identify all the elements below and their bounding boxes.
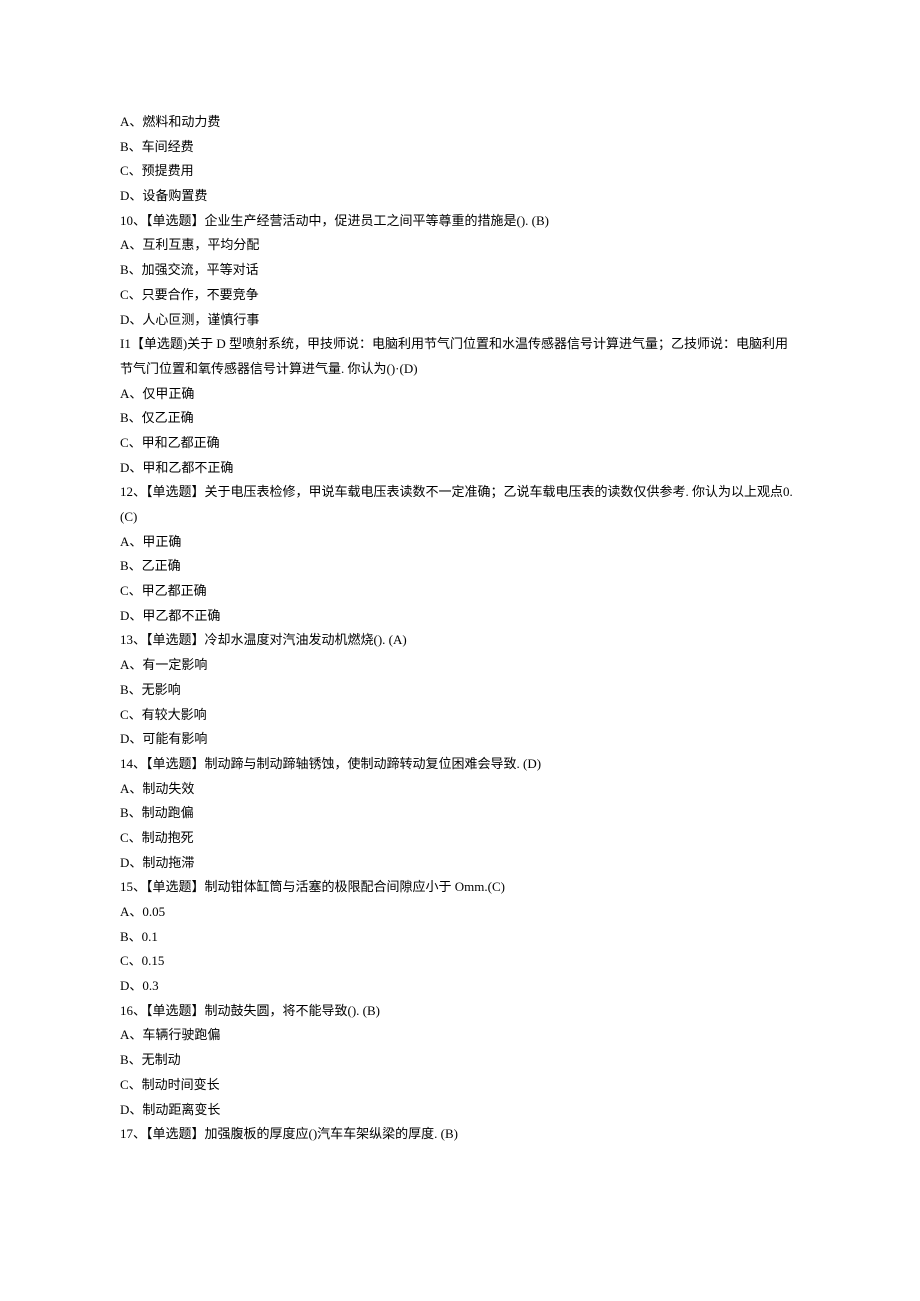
text-line: B、无影响 bbox=[120, 678, 800, 703]
text-line: D、制动拖滞 bbox=[120, 851, 800, 876]
text-line: A、有一定影响 bbox=[120, 653, 800, 678]
text-line: B、仅乙正确 bbox=[120, 406, 800, 431]
text-line: 16、【单选题】制动鼓失圆，将不能导致(). (B) bbox=[120, 999, 800, 1024]
text-line: D、可能有影响 bbox=[120, 727, 800, 752]
text-line: 10、【单选题】企业生产经营活动中，促进员工之间平等尊重的措施是(). (B) bbox=[120, 209, 800, 234]
text-line: B、乙正确 bbox=[120, 554, 800, 579]
text-line: C、制动抱死 bbox=[120, 826, 800, 851]
text-line: A、仅甲正确 bbox=[120, 382, 800, 407]
text-line: C、甲和乙都正确 bbox=[120, 431, 800, 456]
text-line: 15、【单选题】制动钳体缸筒与活塞的极限配合间隙应小于 Omm.(C) bbox=[120, 875, 800, 900]
text-line: C、制动时间变长 bbox=[120, 1073, 800, 1098]
text-line: A、0.05 bbox=[120, 900, 800, 925]
text-line: A、甲正确 bbox=[120, 530, 800, 555]
document-page: A、燃料和动力费 B、车间经费 C、预提费用 D、设备购置费 10、【单选题】企… bbox=[0, 0, 920, 1301]
text-line: A、燃料和动力费 bbox=[120, 110, 800, 135]
text-line: C、0.15 bbox=[120, 949, 800, 974]
text-line: B、制动跑偏 bbox=[120, 801, 800, 826]
text-line: B、加强交流，平等对话 bbox=[120, 258, 800, 283]
text-line: D、甲乙都不正确 bbox=[120, 604, 800, 629]
text-line: 12、【单选题】关于电压表检修，甲说车载电压表读数不一定准确；乙说车载电压表的读… bbox=[120, 480, 800, 529]
text-line: C、甲乙都正确 bbox=[120, 579, 800, 604]
text-line: D、设备购置费 bbox=[120, 184, 800, 209]
text-line: 14、【单选题】制动蹄与制动蹄轴锈蚀，使制动蹄转动复位困难会导致. (D) bbox=[120, 752, 800, 777]
text-line: C、预提费用 bbox=[120, 159, 800, 184]
text-line: C、只要合作，不要竞争 bbox=[120, 283, 800, 308]
text-line: A、互利互惠，平均分配 bbox=[120, 233, 800, 258]
text-line: B、车间经费 bbox=[120, 135, 800, 160]
text-line: D、制动距离变长 bbox=[120, 1098, 800, 1123]
text-line: C、有较大影响 bbox=[120, 703, 800, 728]
text-line: D、人心叵测，谨慎行事 bbox=[120, 308, 800, 333]
text-line: B、0.1 bbox=[120, 925, 800, 950]
text-line: 17、【单选题】加强腹板的厚度应()汽车车架纵梁的厚度. (B) bbox=[120, 1122, 800, 1147]
text-line: A、车辆行驶跑偏 bbox=[120, 1023, 800, 1048]
text-line: A、制动失效 bbox=[120, 777, 800, 802]
text-line: D、甲和乙都不正确 bbox=[120, 456, 800, 481]
text-line: B、无制动 bbox=[120, 1048, 800, 1073]
text-line: D、0.3 bbox=[120, 974, 800, 999]
text-line: 13、【单选题】冷却水温度对汽油发动机燃烧(). (A) bbox=[120, 628, 800, 653]
text-line: I1【单选题)关于 D 型喷射系统，甲技师说：电脑利用节气门位置和水温传感器信号… bbox=[120, 332, 800, 381]
